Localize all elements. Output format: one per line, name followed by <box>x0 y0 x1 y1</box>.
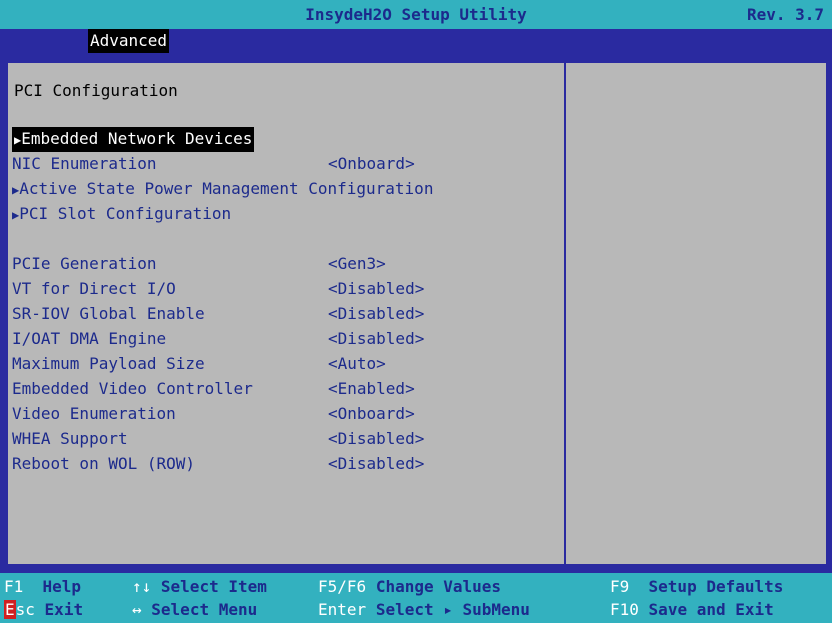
item-label: Active State Power Management Configurat… <box>19 179 434 198</box>
select-menu-desc: Select Menu <box>151 600 258 619</box>
exit-desc: Exit <box>44 600 84 619</box>
select-menu-hint: ↔ Select Menu <box>132 600 257 619</box>
setup-defaults-desc: Setup Defaults <box>648 577 784 596</box>
tab-advanced[interactable]: Advanced <box>88 29 170 53</box>
f9-key: F9 <box>610 577 630 596</box>
left-right-arrows-icon: ↔ <box>132 600 142 619</box>
esc-key-initial: E <box>4 600 16 619</box>
key-help-bar: F1 Help Esc Exit ↑↓ Select Item ↔ Select… <box>0 573 832 623</box>
help-hint: F1 Help <box>4 577 81 596</box>
item-label: Maximum Payload Size <box>12 354 205 373</box>
item-label: Reboot on WOL (ROW) <box>12 454 196 473</box>
item-label: Embedded Network Devices <box>21 129 253 148</box>
item-value[interactable]: <Onboard> <box>328 402 415 426</box>
defaults-hint: F9 Setup Defaults <box>610 577 783 596</box>
item-value[interactable]: <Onboard> <box>328 152 415 176</box>
item-value[interactable]: <Disabled> <box>328 277 424 301</box>
item-label: SR-IOV Global Enable <box>12 304 205 323</box>
select-item-hint: ↑↓ Select Item <box>132 577 267 596</box>
item-value[interactable]: <Disabled> <box>328 302 424 326</box>
item-value[interactable]: <Disabled> <box>328 427 424 451</box>
f1-key: F1 <box>4 577 24 596</box>
item-label: VT for Direct I/O <box>12 279 176 298</box>
submenu-desc: Select ▸ SubMenu <box>375 600 530 619</box>
item-value[interactable]: <Auto> <box>328 352 386 376</box>
section-title: PCI Configuration <box>14 81 178 100</box>
settings-panel: PCI Configuration ▶Embedded Network Devi… <box>6 61 828 566</box>
submenu-hint: Enter Select ▸ SubMenu <box>318 600 530 619</box>
item-value[interactable]: <Disabled> <box>328 452 424 476</box>
change-values-hint: F5/F6 Change Values <box>318 577 501 596</box>
menu-bar: Advanced <box>0 29 832 53</box>
select-item-desc: Select Item <box>160 577 267 596</box>
item-label: Video Enumeration <box>12 404 176 423</box>
help-desc: Help <box>42 577 82 596</box>
enter-key: Enter <box>318 600 367 619</box>
item-label: PCI Slot Configuration <box>19 204 232 223</box>
panel-divider <box>564 63 566 564</box>
item-label: WHEA Support <box>12 429 128 448</box>
f10-key: F10 <box>610 600 639 619</box>
save-exit-desc: Save and Exit <box>648 600 774 619</box>
item-label: Embedded Video Controller <box>12 379 253 398</box>
item-value[interactable]: <Gen3> <box>328 252 386 276</box>
revision-label: Rev. 3.7 <box>746 5 824 24</box>
up-down-arrows-icon: ↑↓ <box>132 577 152 596</box>
save-exit-hint: F10 Save and Exit <box>610 600 774 619</box>
f5-f6-key: F5/F6 <box>318 577 367 596</box>
esc-key-rest: sc <box>15 600 35 619</box>
item-label: NIC Enumeration <box>12 154 157 173</box>
title-bar: InsydeH2O Setup Utility Rev. 3.7 <box>0 0 832 29</box>
item-label: PCIe Generation <box>12 254 157 273</box>
item-label: I/OAT DMA Engine <box>12 329 167 348</box>
exit-hint: Esc Exit <box>4 600 83 619</box>
item-value[interactable]: <Enabled> <box>328 377 415 401</box>
item-value[interactable]: <Disabled> <box>328 327 424 351</box>
change-values-desc: Change Values <box>375 577 502 596</box>
app-title: InsydeH2O Setup Utility <box>305 5 527 24</box>
